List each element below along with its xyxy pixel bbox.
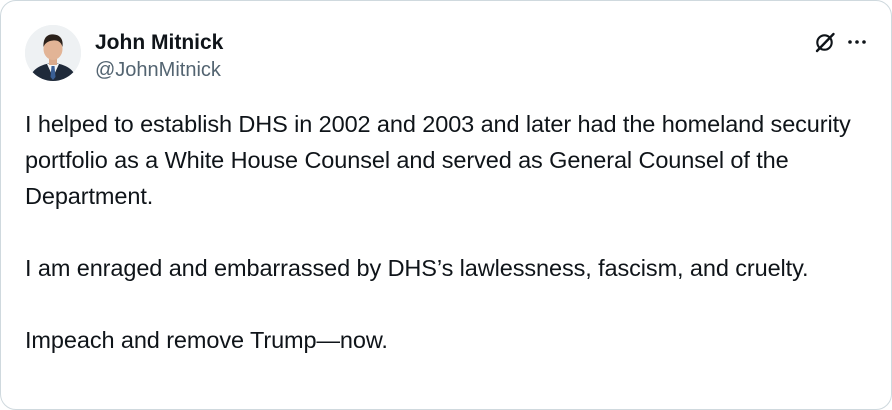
tweet-card: John Mitnick @JohnMitnick I helped to es… xyxy=(0,0,892,410)
grok-icon xyxy=(815,32,835,53)
header-actions xyxy=(809,27,873,57)
tweet-paragraph: I am enraged and embarrassed by DHS’s la… xyxy=(25,255,809,281)
avatar[interactable] xyxy=(25,25,81,81)
more-options-button[interactable] xyxy=(841,27,873,57)
tweet-header: John Mitnick @JohnMitnick xyxy=(25,25,873,87)
tweet-text: I helped to establish DHS in 2002 and 20… xyxy=(25,106,875,358)
more-options-icon xyxy=(848,40,866,44)
display-name[interactable]: John Mitnick xyxy=(95,31,223,55)
grok-button[interactable] xyxy=(809,27,841,57)
author-names: John Mitnick @JohnMitnick xyxy=(95,31,223,83)
user-handle[interactable]: @JohnMitnick xyxy=(95,57,223,83)
avatar-image xyxy=(25,25,81,81)
tweet-paragraph: I helped to establish DHS in 2002 and 20… xyxy=(25,111,851,209)
tweet-paragraph: Impeach and remove Trump—now. xyxy=(25,327,388,353)
